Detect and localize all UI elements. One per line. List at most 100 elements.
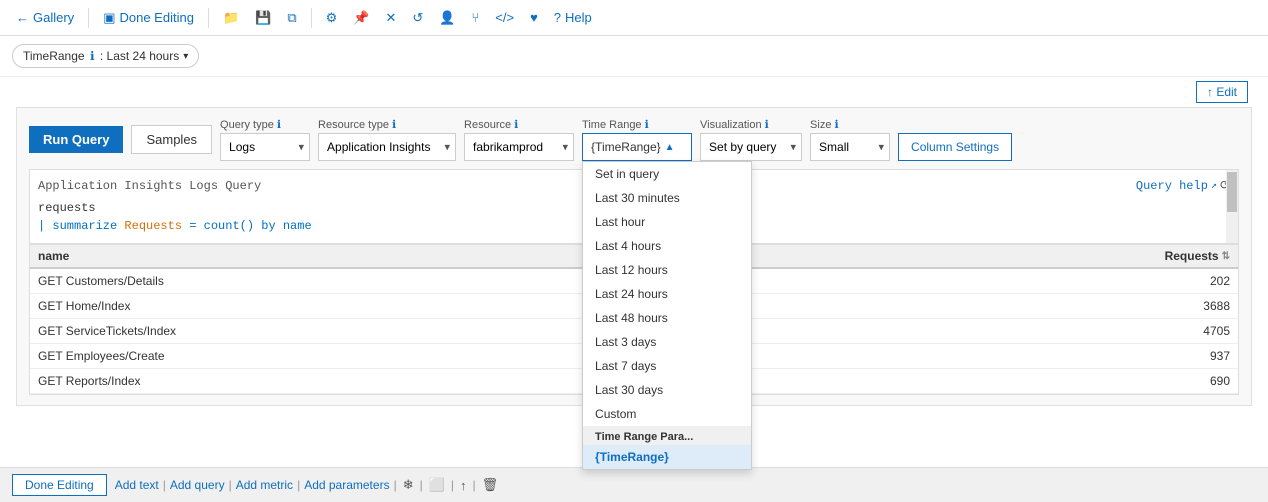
dropdown-item-30d[interactable]: Last 30 days — [583, 378, 751, 402]
query-vertical-scrollbar[interactable] — [1226, 170, 1238, 243]
cell-requests-2: 4705 — [1110, 324, 1230, 338]
help-label: Help — [565, 10, 592, 25]
add-query-link[interactable]: Add query — [170, 478, 225, 492]
query-type-label: Query type — [220, 119, 274, 131]
timerange-key: TimeRange — [23, 49, 85, 63]
size-select[interactable]: Small — [810, 133, 890, 161]
edit-button[interactable]: ↑ Edit — [1196, 81, 1248, 103]
resource-select-wrap: fabrikamprod — [464, 133, 574, 161]
back-button[interactable]: ← Gallery — [10, 8, 80, 27]
settings-button[interactable]: ⚙ — [320, 8, 344, 28]
visualization-label: Visualization — [700, 119, 762, 131]
page-icon[interactable]: ⬜ — [429, 477, 445, 493]
dropdown-item-custom[interactable]: Custom — [583, 402, 751, 426]
dropdown-item-24h[interactable]: Last 24 hours — [583, 282, 751, 306]
add-parameters-link[interactable]: Add parameters — [304, 478, 389, 492]
time-range-dropdown-button[interactable]: {TimeRange} ▲ — [582, 133, 692, 161]
dropdown-item-4h[interactable]: Last 4 hours — [583, 234, 751, 258]
time-range-current-value: {TimeRange} — [591, 140, 661, 154]
heart-icon: ♥ — [530, 10, 538, 25]
query-help-link[interactable]: Query help ↗ ⟳ — [1136, 178, 1230, 193]
snowflake-icon[interactable]: ❄ — [403, 477, 414, 493]
user-button[interactable]: 👤 — [433, 8, 461, 28]
back-arrow-icon: ← — [16, 10, 29, 25]
done-editing-toolbar-button[interactable]: ▣ Done Editing — [97, 8, 200, 28]
save-icon: 💾 — [255, 10, 271, 26]
col-header-name[interactable]: name — [38, 249, 1110, 263]
time-range-control: Time Range ℹ {TimeRange} ▲ Set in query … — [582, 118, 692, 161]
resource-info-icon: ℹ — [514, 118, 518, 131]
add-text-link[interactable]: Add text — [115, 478, 159, 492]
col-header-requests[interactable]: Requests ⇅ — [1110, 249, 1230, 263]
done-editing-button[interactable]: Done Editing — [12, 474, 107, 496]
chevron-down-icon: ▾ — [183, 51, 188, 62]
dropdown-item-3d[interactable]: Last 3 days — [583, 330, 751, 354]
visualization-info-icon: ℹ — [765, 118, 769, 131]
resource-type-info-icon: ℹ — [392, 118, 396, 131]
column-settings-control: placeholder Column Settings — [898, 119, 1012, 161]
time-range-control-label: Time Range — [582, 119, 642, 131]
gallery-label: Gallery — [33, 10, 74, 25]
copy-button[interactable]: ⧉ — [281, 8, 302, 28]
dropdown-item-30m[interactable]: Last 30 minutes — [583, 186, 751, 210]
query-text-requests: requests — [38, 201, 96, 215]
cell-name-0: GET Customers/Details — [38, 274, 1110, 288]
toolbar-separator-2 — [208, 8, 209, 28]
time-range-chevron-icon: ▲ — [665, 142, 675, 153]
refresh-icon: ↺ — [412, 10, 423, 26]
edit-bar: ↑ Edit — [8, 77, 1260, 107]
save-button[interactable]: 💾 — [249, 8, 277, 28]
folder-button[interactable]: 📁 — [217, 8, 245, 28]
cell-requests-0: 202 — [1110, 274, 1230, 288]
time-range-bar: TimeRange ℹ : Last 24 hours ▾ — [0, 36, 1268, 77]
close-x-button[interactable]: ✕ — [379, 8, 402, 28]
pin-button[interactable]: 📌 — [347, 8, 375, 28]
resource-type-select[interactable]: Application Insights — [318, 133, 456, 161]
visualization-select[interactable]: Set by query — [700, 133, 802, 161]
fork-icon: ⑂ — [471, 10, 479, 25]
size-control: Size ℹ Small — [810, 118, 890, 161]
heart-button[interactable]: ♥ — [524, 8, 544, 27]
save-small-icon: ▣ — [103, 10, 115, 26]
column-settings-button[interactable]: Column Settings — [898, 133, 1012, 161]
content-section: ↑ Edit Run Query Samples Query type ℹ Lo… — [0, 77, 1268, 502]
query-scroll-thumb — [1227, 172, 1237, 212]
dropdown-item-1h[interactable]: Last hour — [583, 210, 751, 234]
copy-icon: ⧉ — [287, 10, 296, 26]
refresh-button[interactable]: ↺ — [406, 8, 429, 28]
trash-icon[interactable]: 🗑 — [482, 477, 499, 493]
resource-select[interactable]: fabrikamprod — [464, 133, 574, 161]
size-label: Size — [810, 119, 831, 131]
bottom-links: Add text | Add query | Add metric | Add … — [115, 477, 500, 493]
dropdown-section-header: Time Range Para... — [583, 426, 751, 445]
timerange-info-icon: ℹ — [90, 49, 95, 63]
code-icon: </> — [495, 10, 514, 25]
query-rest: = count() by name — [182, 219, 312, 233]
cell-name-2: GET ServiceTickets/Index — [38, 324, 1110, 338]
dropdown-item-12h[interactable]: Last 12 hours — [583, 258, 751, 282]
query-help-label: Query help — [1136, 179, 1208, 193]
dropdown-item-timerange-param[interactable]: {TimeRange} — [583, 445, 751, 469]
time-range-pill[interactable]: TimeRange ℹ : Last 24 hours ▾ — [12, 44, 199, 68]
fork-button[interactable]: ⑂ — [465, 8, 485, 27]
run-query-button[interactable]: Run Query — [29, 126, 123, 153]
visualization-control: Visualization ℹ Set by query — [700, 118, 802, 161]
query-var: Requests — [124, 219, 182, 233]
code-button[interactable]: </> — [489, 8, 520, 27]
cell-requests-1: 3688 — [1110, 299, 1230, 313]
close-icon: ✕ — [385, 10, 396, 26]
sort-icon: ⇅ — [1222, 251, 1230, 262]
visualization-select-wrap: Set by query — [700, 133, 802, 161]
up-arrow-icon[interactable]: ↑ — [460, 478, 467, 493]
samples-button[interactable]: Samples — [131, 125, 212, 154]
help-button[interactable]: ? Help — [548, 8, 598, 27]
time-range-dropdown-menu: Set in query Last 30 minutes Last hour L… — [582, 161, 752, 470]
query-pipe: | summarize — [38, 219, 124, 233]
timerange-value: Last 24 hours — [107, 49, 180, 63]
dropdown-item-48h[interactable]: Last 48 hours — [583, 306, 751, 330]
resource-control: Resource ℹ fabrikamprod — [464, 118, 574, 161]
dropdown-item-7d[interactable]: Last 7 days — [583, 354, 751, 378]
dropdown-item-set-in-query[interactable]: Set in query — [583, 162, 751, 186]
add-metric-link[interactable]: Add metric — [236, 478, 293, 492]
query-type-select[interactable]: Logs — [220, 133, 310, 161]
